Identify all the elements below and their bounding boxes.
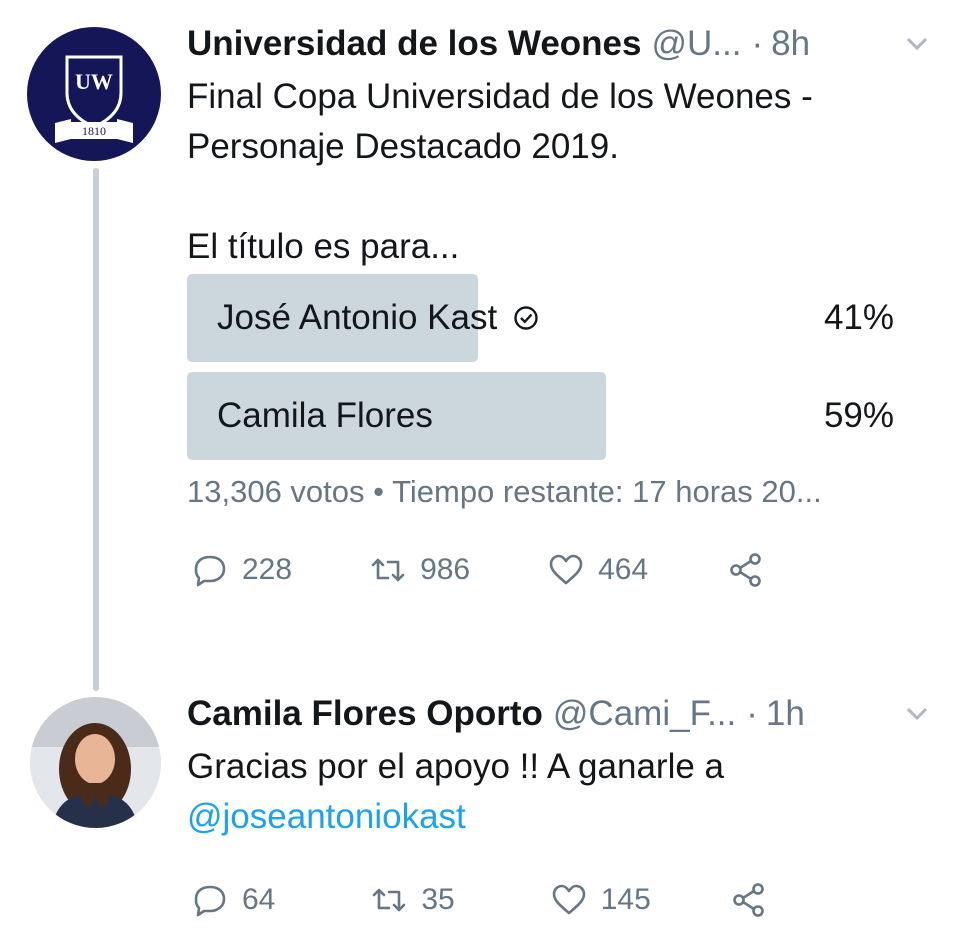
retweet-icon xyxy=(371,558,405,582)
like-button[interactable]: 145 xyxy=(551,882,651,918)
poll-option-percent: 59% xyxy=(823,396,894,435)
timestamp[interactable]: 8h xyxy=(771,22,810,66)
university-logo: UW 1810 xyxy=(55,55,133,143)
poll-option: José Antonio Kast 41% xyxy=(187,274,897,362)
reply-count: 228 xyxy=(242,553,293,586)
thread-line xyxy=(93,168,99,691)
timestamp[interactable]: 1h xyxy=(766,692,805,736)
svg-text:1810: 1810 xyxy=(82,124,106,138)
tweet-text: Final Copa Universidad de los Weones - P… xyxy=(187,72,929,272)
svg-text:UW: UW xyxy=(75,69,113,94)
author-name[interactable]: Camila Flores Oporto xyxy=(187,692,543,736)
reply-icon xyxy=(194,885,226,917)
retweet-button[interactable]: 35 xyxy=(371,882,455,918)
tweet-actions: 64 35 145 xyxy=(187,882,929,918)
share-icon xyxy=(730,553,761,587)
share-button[interactable] xyxy=(731,882,767,918)
tweet-text-line: El título es para... xyxy=(187,227,460,266)
retweet-icon xyxy=(373,888,406,912)
share-icon xyxy=(733,883,764,917)
chevron-down-icon[interactable] xyxy=(905,22,929,66)
tweet-universidad[interactable]: Universidad de los Weones @U... · 8h Fin… xyxy=(187,22,929,588)
tweet-camila[interactable]: Camila Flores Oporto @Cami_F... · 1h Gra… xyxy=(187,692,929,918)
avatar[interactable] xyxy=(30,697,161,828)
poll-option: Camila Flores 59% xyxy=(187,372,897,460)
mention-link[interactable]: @joseantoniokast xyxy=(187,797,466,836)
like-count: 464 xyxy=(598,553,649,586)
author-handle[interactable]: @Cami_F... xyxy=(553,692,736,736)
poll-option-label: Camila Flores xyxy=(217,396,433,435)
poll-time-left: Tiempo restante: 17 horas 20... xyxy=(392,474,822,509)
heart-icon xyxy=(549,554,583,585)
profile-photo xyxy=(30,697,161,828)
poll-meta: 13,306 votos • Tiempo restante: 17 horas… xyxy=(187,474,929,510)
retweet-count: 986 xyxy=(420,553,471,586)
tweet-text-line: Gracias por el apoyo !! A ganarle a xyxy=(187,747,724,786)
heart-icon xyxy=(552,884,586,915)
separator-dot: · xyxy=(746,694,758,733)
check-circle-icon xyxy=(514,306,538,330)
poll: José Antonio Kast 41% Camila Flores 59% xyxy=(187,274,897,460)
tweet-actions: 228 986 464 xyxy=(187,552,929,588)
reply-button[interactable]: 228 xyxy=(192,552,292,588)
author-name[interactable]: Universidad de los Weones xyxy=(187,22,642,66)
reply-count: 64 xyxy=(242,883,276,916)
like-count: 145 xyxy=(600,883,651,916)
tweet-header: Camila Flores Oporto @Cami_F... · 1h xyxy=(187,692,929,736)
poll-option-percent: 41% xyxy=(823,298,894,337)
tweet-text-line: Final Copa Universidad de los Weones - xyxy=(187,77,813,116)
avatar[interactable]: UW 1810 xyxy=(27,27,161,161)
retweet-count: 35 xyxy=(421,883,455,916)
poll-votes: 13,306 votos xyxy=(187,474,365,509)
retweet-button[interactable]: 986 xyxy=(370,552,470,588)
poll-option-label: José Antonio Kast xyxy=(217,298,498,337)
reply-icon xyxy=(194,555,226,587)
share-button[interactable] xyxy=(728,552,764,588)
like-button[interactable]: 464 xyxy=(548,552,648,588)
separator-dot: · xyxy=(751,24,764,63)
author-handle[interactable]: @U... xyxy=(652,22,742,66)
chevron-down-icon[interactable] xyxy=(905,692,929,736)
tweet-text-line: Personaje Destacado 2019. xyxy=(187,127,619,166)
tweet-header: Universidad de los Weones @U... · 8h xyxy=(187,22,929,66)
tweet-text: Gracias por el apoyo !! A ganarle a @jos… xyxy=(187,742,929,842)
bullet: • xyxy=(373,474,385,509)
reply-button[interactable]: 64 xyxy=(192,882,275,918)
